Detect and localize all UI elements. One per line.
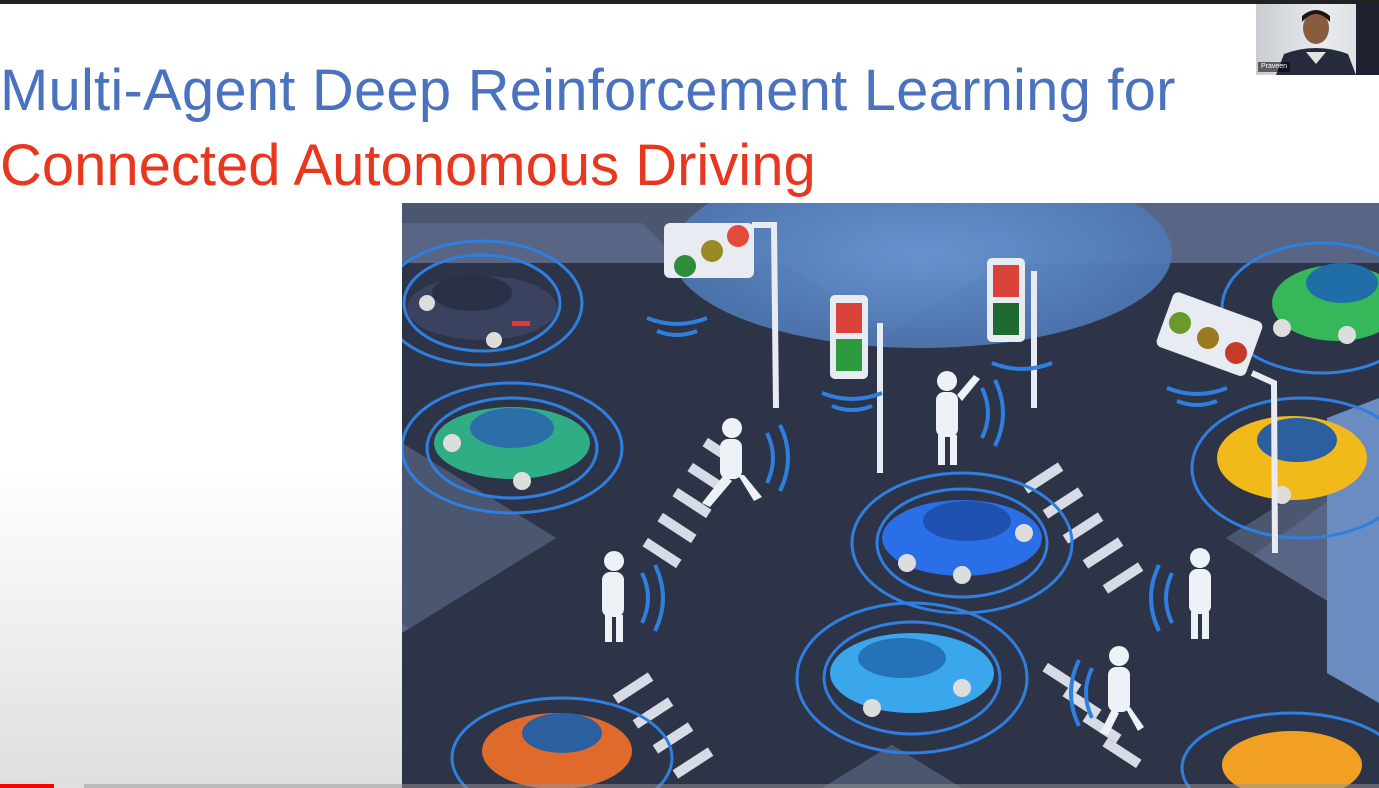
top-border [0, 0, 1379, 4]
slide-left-gradient [0, 470, 402, 788]
car-icon [482, 713, 632, 788]
presenter-webcam: Praveen [1256, 4, 1379, 75]
video-progress-fill [0, 784, 54, 788]
video-progress-bar[interactable] [0, 784, 1379, 788]
slide-title-line1: Multi-Agent Deep Reinforcement Learning … [0, 58, 1176, 123]
slide-title-line2: Connected Autonomous Driving [0, 133, 816, 198]
video-buffer-bar [53, 784, 85, 788]
presenter-name-label: Praveen [1258, 62, 1291, 72]
intersection-illustration [402, 203, 1379, 788]
